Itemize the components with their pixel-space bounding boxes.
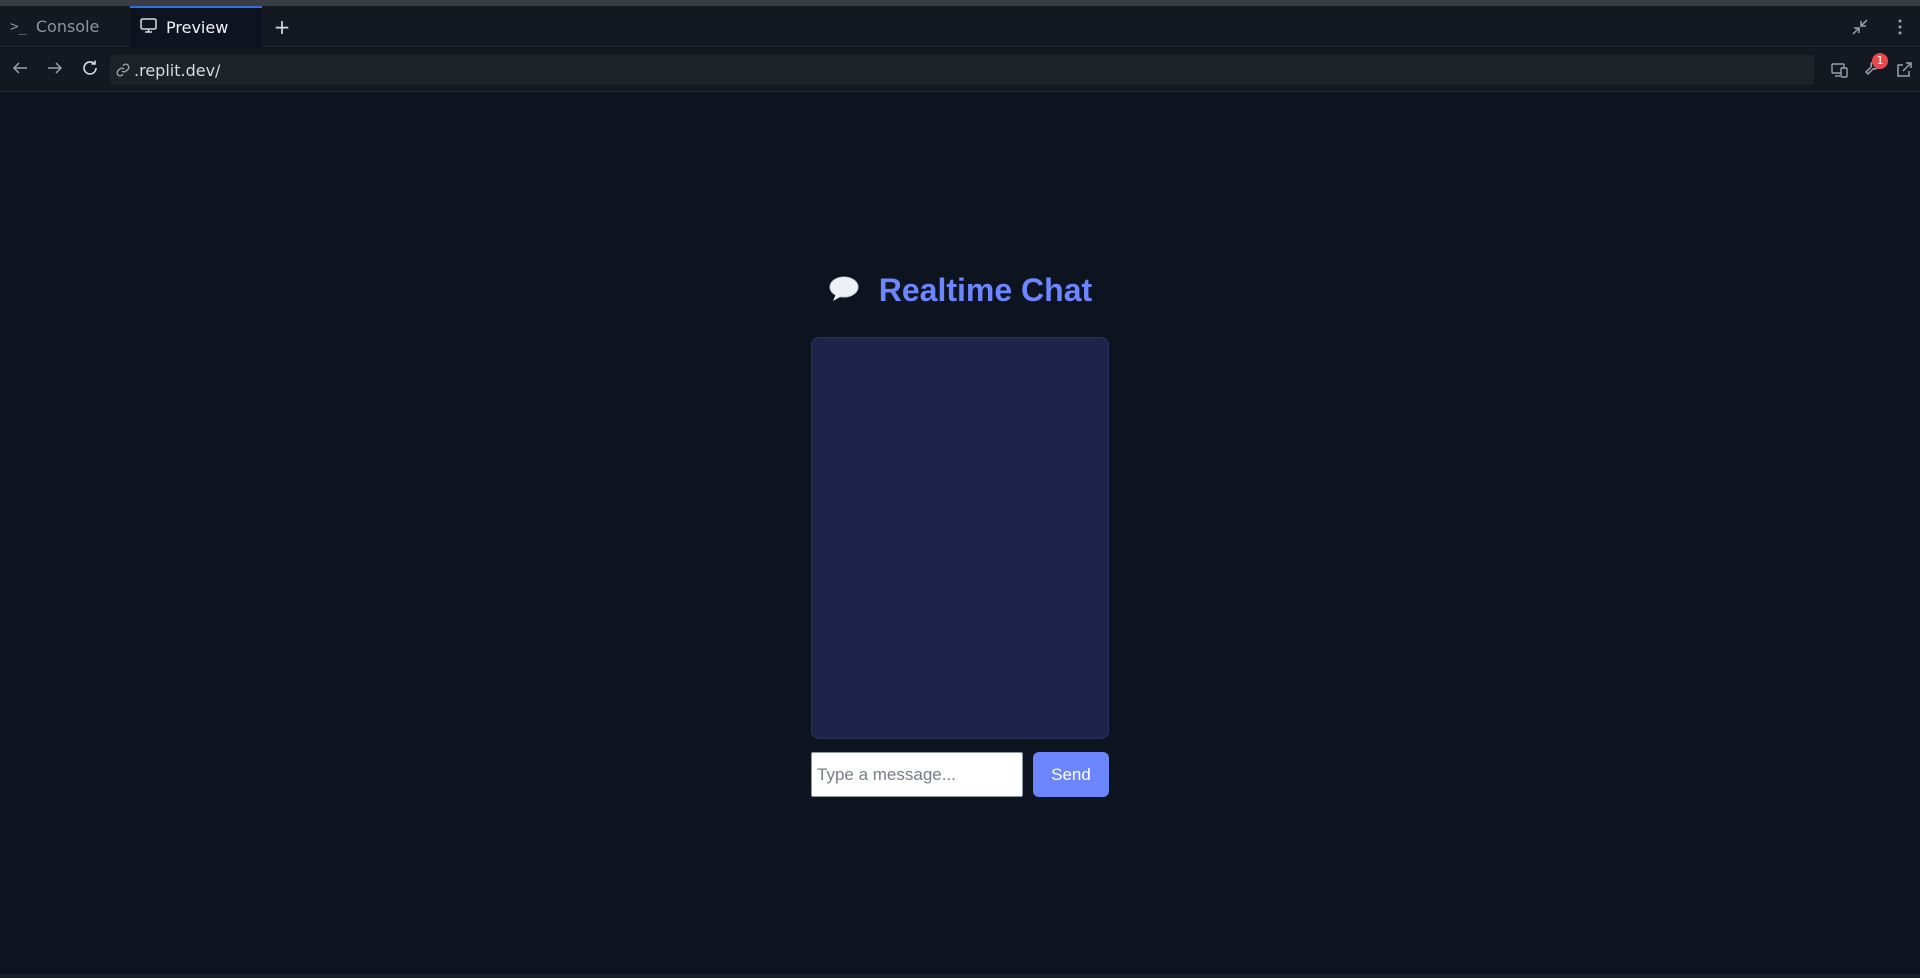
more-options-icon[interactable] (1880, 6, 1920, 47)
send-button[interactable]: Send (1033, 752, 1109, 797)
page-title: Realtime Chat (0, 272, 1920, 311)
chat-messages-area[interactable] (811, 337, 1109, 739)
devices-icon[interactable] (1824, 48, 1856, 92)
open-new-window-icon[interactable] (1888, 48, 1920, 92)
reload-button[interactable] (73, 48, 107, 92)
tab-console[interactable]: >_ Console (0, 6, 130, 47)
forward-button[interactable] (38, 48, 72, 92)
collapse-icon[interactable] (1840, 6, 1880, 47)
tabbar-actions (1840, 6, 1920, 47)
window-bottom-edge (0, 974, 1920, 978)
link-icon (116, 63, 130, 77)
arrow-left-icon (12, 61, 28, 80)
reload-icon (81, 59, 99, 82)
title-text: Realtime Chat (878, 272, 1093, 308)
monitor-icon (140, 18, 157, 37)
tab-preview-label: Preview (166, 18, 229, 37)
back-button[interactable] (3, 48, 37, 92)
notification-badge: 1 (1872, 53, 1888, 69)
tab-preview[interactable]: Preview (130, 6, 262, 47)
tab-bar: >_ Console Preview + (0, 6, 1920, 47)
tab-console-label: Console (35, 17, 100, 36)
terminal-icon: >_ (10, 18, 27, 35)
arrow-right-icon (47, 61, 63, 80)
url-field[interactable]: .replit.dev/ (110, 55, 1814, 85)
devtools-button[interactable]: 1 (1856, 48, 1888, 92)
url-text: .replit.dev/ (134, 60, 221, 80)
url-bar: .replit.dev/ 1 (0, 48, 1920, 92)
url-bar-actions: 1 (1824, 48, 1920, 92)
message-input[interactable] (811, 752, 1023, 797)
add-tab-button[interactable]: + (270, 6, 294, 47)
speech-bubble-icon (828, 274, 860, 311)
